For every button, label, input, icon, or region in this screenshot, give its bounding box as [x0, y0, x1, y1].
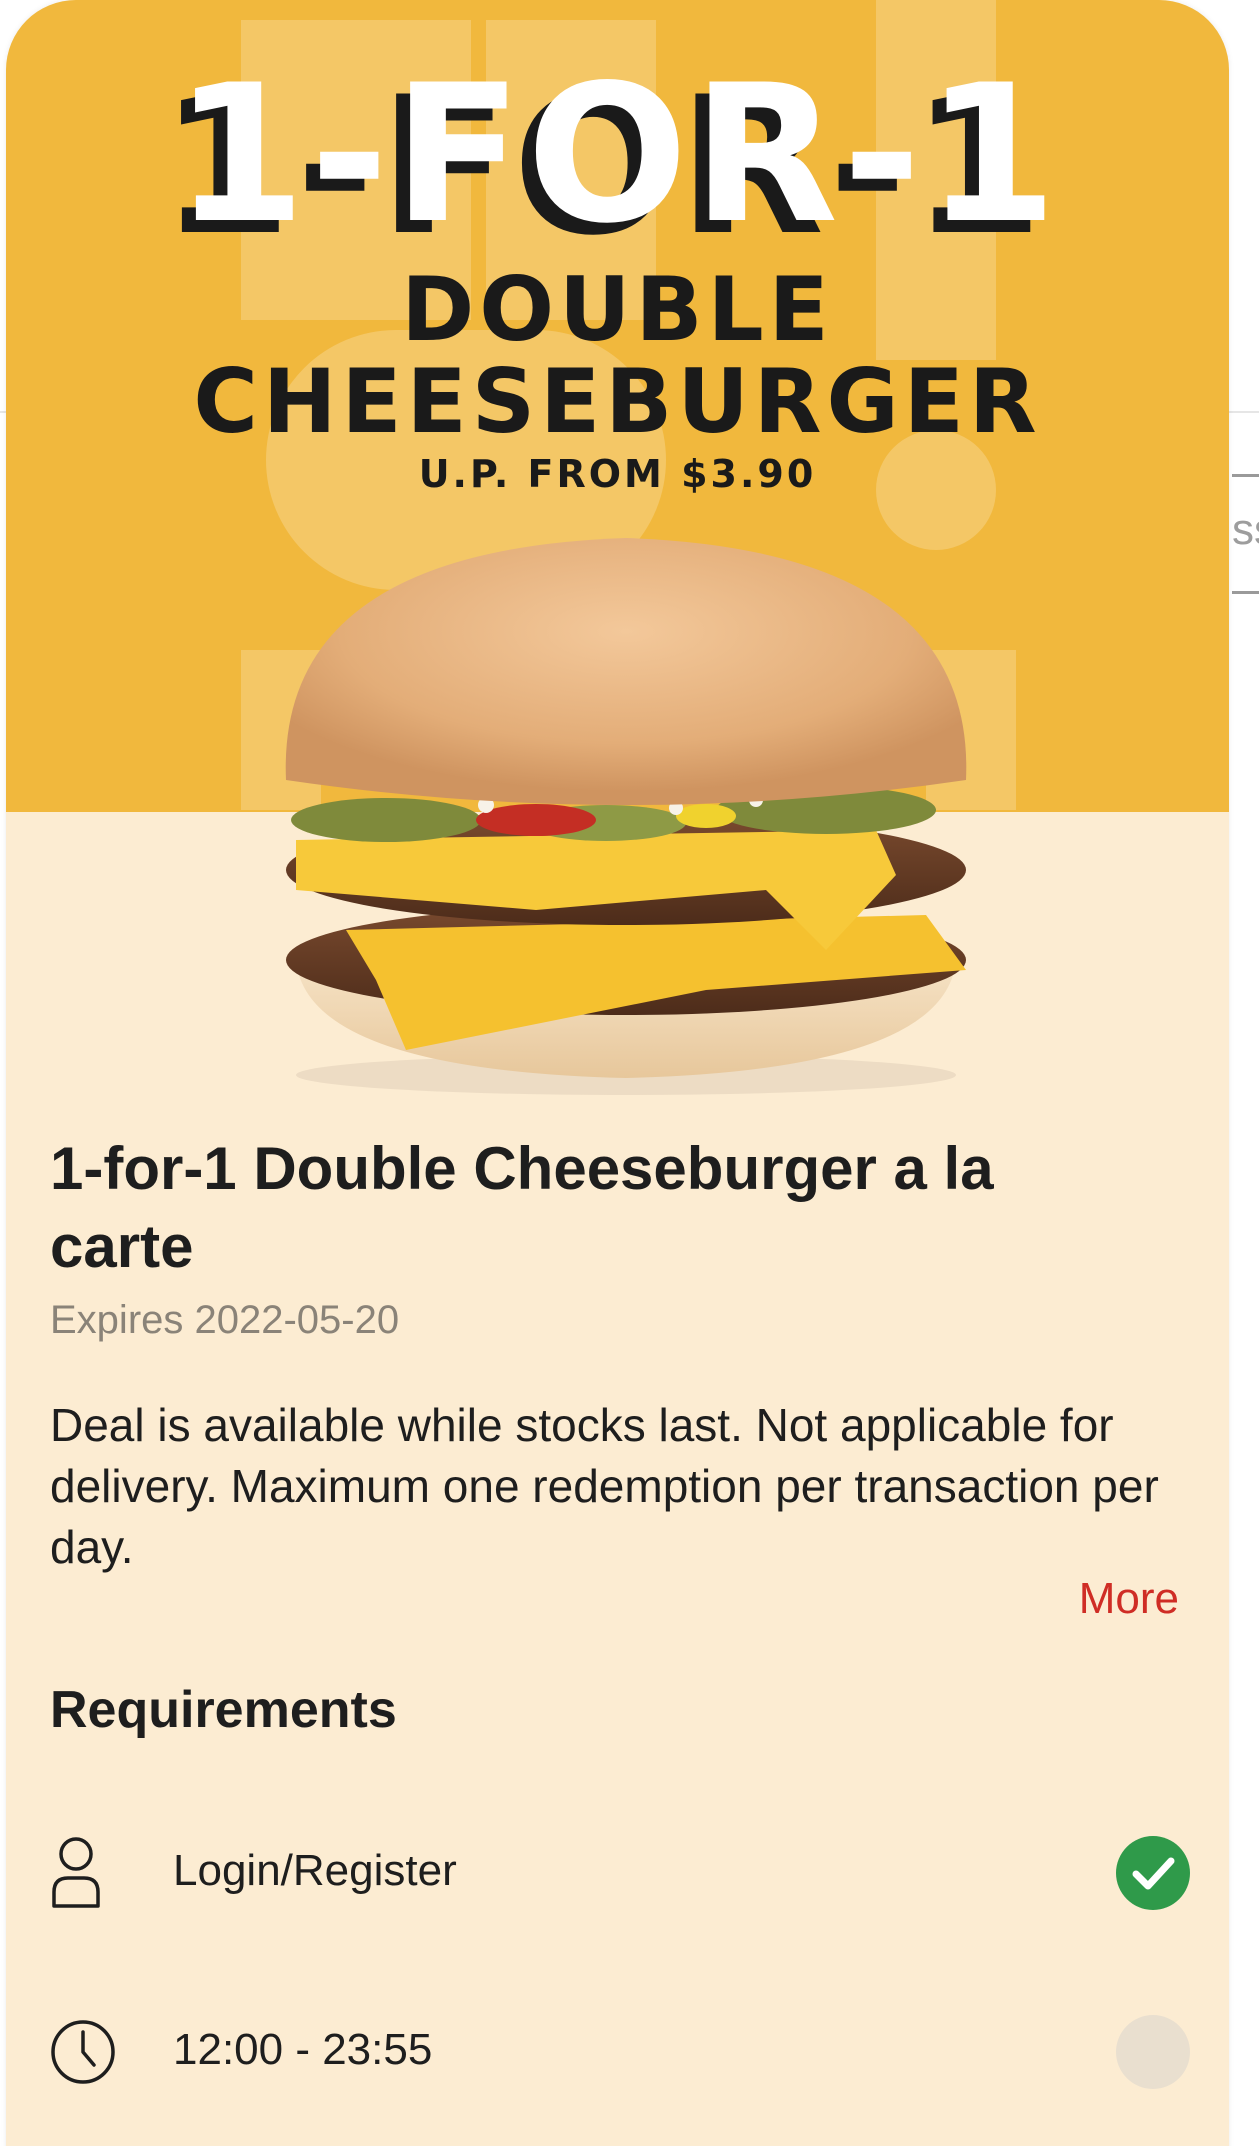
- hero-price-note: U.P. FROM $3.90: [418, 452, 817, 496]
- offer-title: 1-for-1 Double Cheeseburger a la carte: [50, 1135, 994, 1280]
- requirements-heading: Requirements: [50, 1681, 397, 1739]
- offer-description: Deal is available while stocks last. Not…: [50, 1399, 1159, 1573]
- offer-card: 1-FOR-1 DOUBLE CHEESEBURGER U.P. FROM $3…: [6, 0, 1229, 2146]
- status-pending-badge: [1116, 2015, 1190, 2089]
- requirement-login: Login/Register: [50, 1828, 1190, 1918]
- hero-headline: 1-FOR-1: [173, 44, 1062, 265]
- clock-icon: [51, 2020, 115, 2084]
- person-icon: [52, 1837, 100, 1908]
- requirement-label: Login/Register: [173, 1846, 457, 1895]
- requirement-label: 12:00 - 23:55: [173, 2025, 433, 2074]
- more-link[interactable]: More: [1079, 1574, 1179, 1624]
- hero-product-line-2: CHEESEBURGER: [193, 350, 1042, 453]
- offer-expiry: Expires 2022-05-20: [50, 1298, 400, 1342]
- checkmark-icon: [1132, 1857, 1175, 1890]
- double-cheeseburger-image: [285, 538, 967, 1095]
- background-field-text: ss: [1232, 505, 1259, 554]
- status-complete-badge: [1116, 1836, 1190, 1910]
- requirement-time-window: 12:00 - 23:55: [50, 2007, 1190, 2097]
- hero-product-line-1: DOUBLE: [401, 258, 834, 361]
- screen: ss 1-FOR-1 DOUBLE CHEESEBURGER U.P. FROM…: [0, 0, 1259, 2146]
